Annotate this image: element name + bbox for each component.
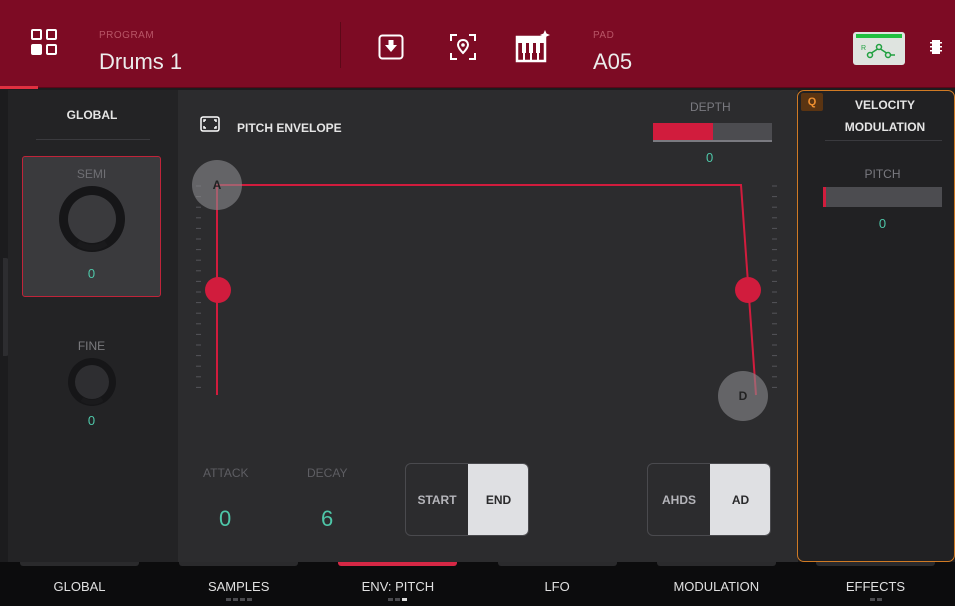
ahds-option[interactable]: AHDS: [648, 464, 710, 535]
depth-value: 0: [706, 150, 714, 165]
tab-label: SAMPLES: [207, 579, 270, 594]
header-accent-line: [0, 86, 38, 89]
decay-node-label: D: [738, 389, 748, 403]
tab-indicator: [179, 562, 299, 566]
pitch-mod-value: 0: [878, 216, 887, 231]
tab-label: MODULATION: [673, 579, 760, 594]
decay-value[interactable]: 6: [321, 506, 333, 532]
start-end-toggle: START END: [405, 463, 529, 536]
tab-label: GLOBAL: [53, 579, 106, 594]
tab-lfo[interactable]: LFO: [478, 562, 637, 606]
program-label: PROGRAM: [99, 30, 155, 41]
page-dot: [246, 598, 252, 601]
page-dot: [232, 598, 238, 601]
q-link-badge[interactable]: Q: [801, 93, 823, 111]
tab-indicator: [816, 562, 935, 566]
grid-menu-icon[interactable]: [31, 29, 59, 57]
tab-env-pitch[interactable]: ENV: PITCH: [318, 562, 477, 606]
page-dot: [869, 598, 875, 601]
page-dot: [395, 598, 401, 601]
pad-label: PAD: [593, 30, 615, 41]
svg-text:R: R: [861, 45, 866, 52]
tab-indicator: [20, 562, 139, 566]
fine-value: 0: [87, 413, 96, 428]
routing-active-bar: [856, 34, 902, 38]
attack-label: ATTACK: [203, 466, 249, 480]
depth-slider-baseline: [653, 140, 772, 142]
tab-page-dots: [159, 598, 318, 601]
attack-value[interactable]: 0: [219, 506, 231, 532]
tab-global[interactable]: GLOBAL: [0, 562, 159, 606]
depth-label: DEPTH: [690, 100, 731, 114]
velocity-title-line1: VELOCITY: [854, 98, 915, 112]
tab-page-dots: [796, 598, 955, 601]
fine-knob[interactable]: [66, 356, 118, 408]
locate-icon[interactable]: [449, 33, 477, 61]
program-name[interactable]: Drums 1: [99, 49, 182, 75]
pitch-envelope-title: PITCH ENVELOPE: [237, 121, 342, 135]
keyboard-icon[interactable]: [515, 29, 551, 63]
page-dot: [402, 598, 408, 601]
pitch-mod-slider-fill: [823, 187, 826, 207]
global-divider: [36, 139, 150, 140]
tab-label: LFO: [544, 579, 570, 594]
velocity-title-line2: MODULATION: [844, 120, 926, 134]
chip-icon[interactable]: [930, 39, 942, 55]
bottom-tab-bar: GLOBAL SAMPLES ENV: PITCH LFO MODULATION EFFE…: [0, 562, 955, 606]
semi-value: 0: [87, 266, 96, 281]
decay-label: DECAY: [307, 466, 348, 480]
attack-handle: [205, 277, 231, 303]
tab-indicator: [338, 562, 458, 566]
start-option[interactable]: START: [406, 464, 468, 535]
velocity-divider: [825, 140, 942, 141]
semi-label: SEMI: [76, 167, 107, 181]
pitch-label: PITCH: [864, 167, 901, 181]
header-divider: [340, 22, 341, 68]
tab-indicator: [656, 562, 776, 566]
top-header: PROGRAM Drums 1 PAD A05 R: [0, 0, 955, 89]
tab-samples[interactable]: SAMPLES: [159, 562, 318, 606]
pad-name[interactable]: A05: [593, 49, 632, 75]
tab-label: EFFECTS: [845, 579, 906, 594]
global-title: GLOBAL: [66, 108, 118, 122]
fine-label: FINE: [77, 339, 106, 353]
envelope-mode-toggle: AHDS AD: [647, 463, 771, 536]
attack-node-label: A: [212, 178, 222, 192]
page-dot: [239, 598, 245, 601]
tab-label: ENV: PITCH: [361, 579, 435, 594]
decay-handle: [735, 277, 761, 303]
tab-page-dots: [318, 598, 477, 601]
depth-slider[interactable]: [653, 123, 772, 142]
ad-option[interactable]: AD: [710, 464, 770, 535]
semi-knob[interactable]: [56, 183, 128, 255]
velocity-modulation-panel: [797, 90, 955, 562]
tab-indicator: [497, 562, 617, 566]
tab-modulation[interactable]: MODULATION: [637, 562, 796, 606]
routing-icon: R: [861, 43, 895, 59]
end-option[interactable]: END: [468, 464, 528, 535]
routing-button[interactable]: R: [853, 32, 905, 65]
pitch-mod-slider[interactable]: [823, 187, 942, 207]
download-icon[interactable]: [378, 34, 404, 60]
tab-effects[interactable]: EFFECTS: [796, 562, 955, 606]
page-dot: [388, 598, 394, 601]
page-dot: [225, 598, 231, 601]
fullscreen-icon[interactable]: [200, 116, 220, 132]
page-dot: [876, 598, 882, 601]
